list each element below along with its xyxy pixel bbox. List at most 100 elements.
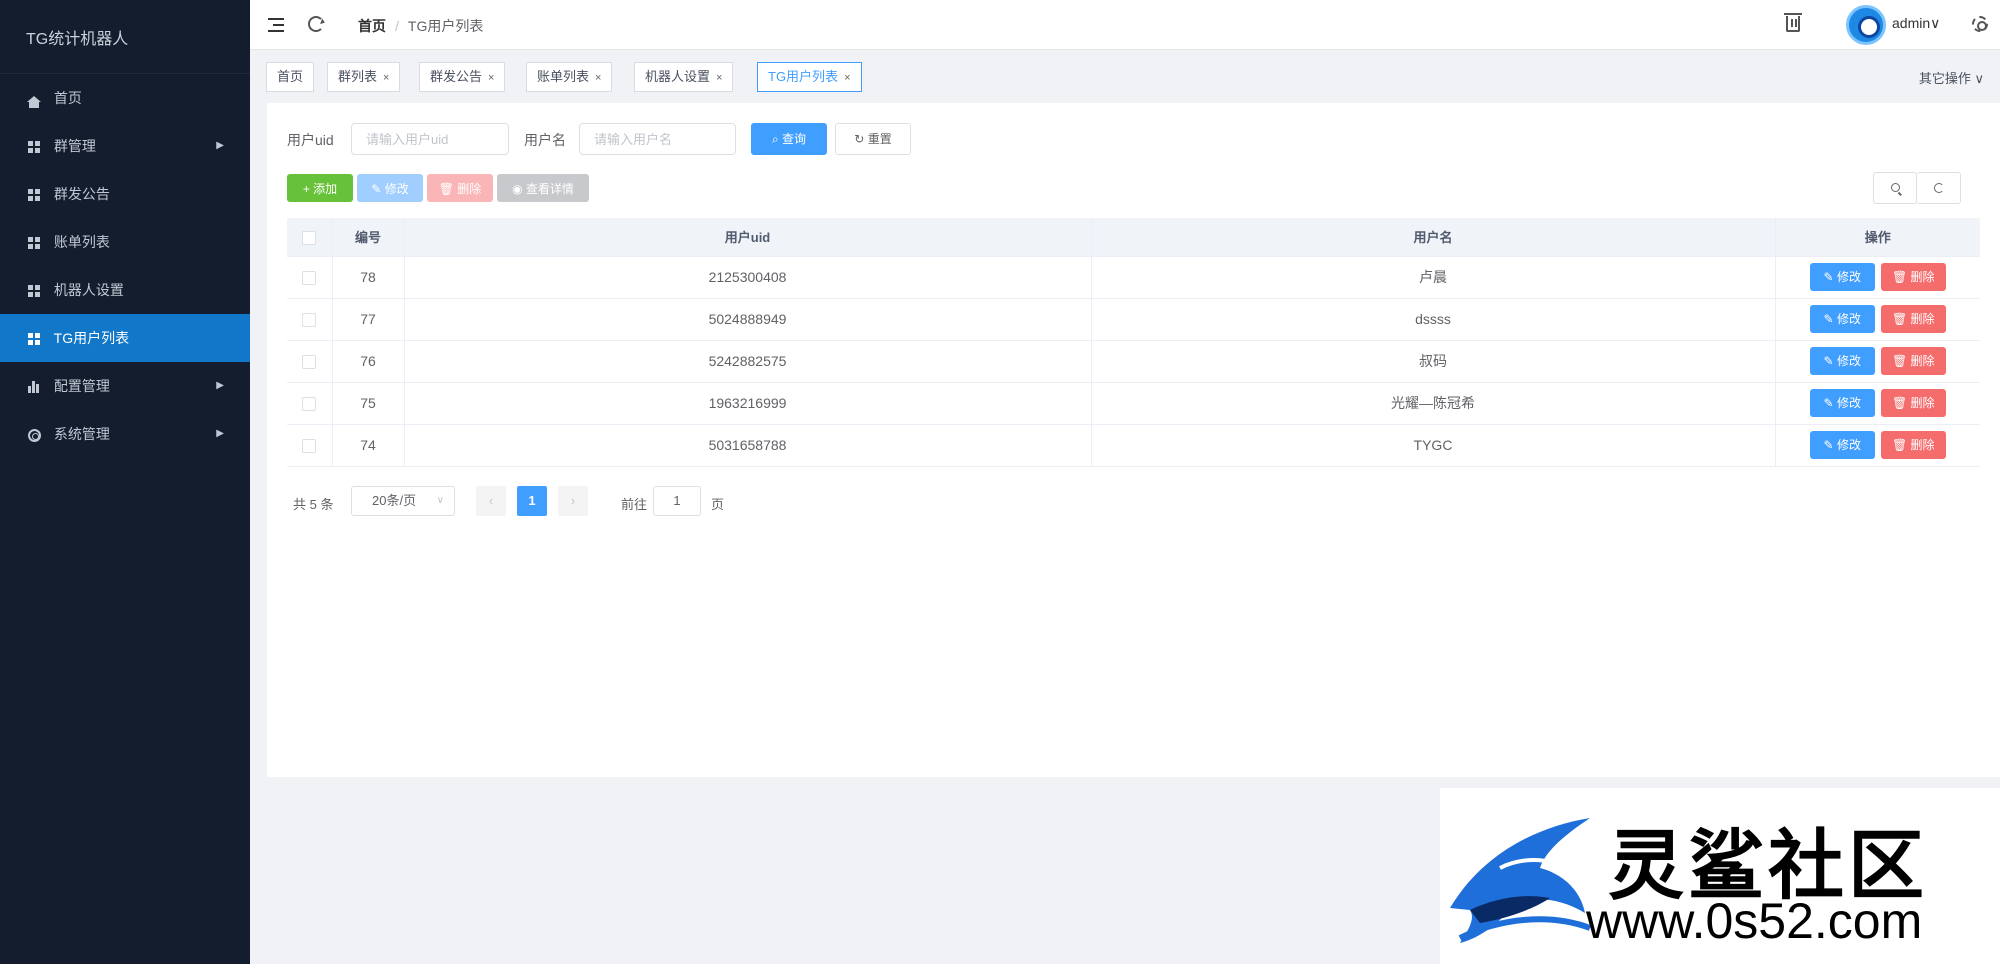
- plus-icon: +: [302, 182, 314, 196]
- sidebar-item-system[interactable]: 系统管理 ▶: [0, 410, 250, 458]
- next-page-button[interactable]: ›: [558, 486, 588, 516]
- tag-broadcast[interactable]: 群发公告 ×: [419, 62, 506, 92]
- page-size-select[interactable]: 20条/页 ∨: [351, 486, 455, 516]
- caret-right-icon: ▶: [216, 140, 224, 151]
- close-icon[interactable]: ×: [716, 72, 722, 84]
- cell-id: 77: [332, 298, 405, 341]
- tag-label: 账单列表: [537, 69, 590, 84]
- row-select-cell: [287, 298, 333, 341]
- prev-page-button[interactable]: ‹: [476, 486, 506, 516]
- row-checkbox[interactable]: [302, 355, 317, 370]
- sidebar-item-bills[interactable]: 账单列表: [0, 218, 250, 266]
- sidebar-item-group-management[interactable]: 群管理 ▶: [0, 122, 250, 170]
- tag-label: 首页: [277, 69, 304, 84]
- row-checkbox[interactable]: [302, 313, 317, 328]
- row-delete-label: 删除: [1910, 270, 1935, 284]
- close-icon[interactable]: ×: [488, 72, 494, 84]
- toggle-search-button[interactable]: [1873, 172, 1917, 204]
- breadcrumb-current: TG用户列表: [407, 18, 484, 34]
- hamburger-icon[interactable]: [268, 18, 284, 32]
- cell-uid: 5031658788: [404, 424, 1092, 467]
- goto-label: 前往: [621, 497, 648, 512]
- watermark-url: www.0s52.com: [1586, 893, 1923, 949]
- tags-view: 首页 群列表 × 群发公告 × 账单列表 × 机器人设置 × TG用户列表 × 其它操作 …: [250, 50, 2000, 102]
- grid-icon: [26, 171, 42, 219]
- reset-button[interactable]: ↻ 重置: [835, 123, 911, 155]
- refresh-table-button[interactable]: [1917, 172, 1961, 204]
- edit-button[interactable]: ✎ 修改: [357, 174, 423, 202]
- row-edit-label: 修改: [1836, 312, 1861, 326]
- row-delete-label: 删除: [1910, 312, 1935, 326]
- row-delete-label: 删除: [1910, 396, 1935, 410]
- sidebar-item-home[interactable]: 首页: [0, 74, 250, 122]
- add-button[interactable]: + 添加: [287, 174, 353, 202]
- cell-username: 叔码: [1091, 340, 1776, 383]
- breadcrumb-home[interactable]: 首页: [358, 18, 386, 34]
- uid-search-input[interactable]: [351, 123, 509, 155]
- row-edit-button[interactable]: ✎ 修改: [1809, 263, 1875, 291]
- trash-icon: 🗑: [438, 182, 458, 196]
- sidebar-item-label: 系统管理: [53, 426, 110, 442]
- avatar[interactable]: [1846, 5, 1886, 45]
- sidebar-item-label: TG用户列表: [53, 330, 130, 346]
- table-row: 78 2125300408 卢晨 ✎ 修改 🗑 删除: [287, 256, 1980, 299]
- pagination-total: 共 5 条: [293, 497, 334, 512]
- tag-bills[interactable]: 账单列表 ×: [526, 62, 613, 92]
- sidebar-item-bot-settings[interactable]: 机器人设置: [0, 266, 250, 314]
- settings-gear-icon[interactable]: [1972, 16, 1988, 32]
- cell-actions: ✎ 修改 🗑 删除: [1775, 298, 1980, 341]
- trash-icon[interactable]: [1784, 13, 1802, 32]
- delete-button-label: 删除: [457, 182, 482, 196]
- username-search-input[interactable]: [579, 123, 736, 155]
- brand-title: TG统计机器人: [0, 0, 250, 74]
- column-header-username: 用户名: [1091, 218, 1776, 257]
- tag-tg-users[interactable]: TG用户列表 ×: [757, 62, 862, 92]
- goto-page-input[interactable]: 1: [653, 486, 701, 516]
- home-icon: [26, 75, 42, 123]
- row-checkbox[interactable]: [302, 271, 317, 286]
- refresh-icon[interactable]: [308, 16, 324, 32]
- reset-button-label: 重置: [867, 132, 892, 146]
- tag-group-list[interactable]: 群列表 ×: [327, 62, 401, 92]
- other-operations-dropdown[interactable]: 其它操作 ∨: [1919, 68, 1984, 87]
- username-label: 用户名: [524, 132, 566, 148]
- close-icon[interactable]: ×: [595, 72, 601, 84]
- sidebar-item-tg-users[interactable]: TG用户列表: [0, 314, 250, 362]
- row-checkbox[interactable]: [302, 439, 317, 454]
- table-row: 76 5242882575 叔码 ✎ 修改 🗑 删除: [287, 340, 1980, 383]
- row-edit-button[interactable]: ✎ 修改: [1809, 347, 1875, 375]
- watermark: 灵鲨社区 www.0s52.com: [1440, 788, 2000, 964]
- sidebar-item-broadcast[interactable]: 群发公告: [0, 170, 250, 218]
- row-select-cell: [287, 340, 333, 383]
- select-all-checkbox[interactable]: [302, 230, 317, 245]
- user-menu[interactable]: admin∨: [1892, 15, 1940, 32]
- row-edit-label: 修改: [1836, 354, 1861, 368]
- row-delete-button[interactable]: 🗑 删除: [1880, 263, 1946, 291]
- close-icon[interactable]: ×: [844, 72, 850, 84]
- cell-username: TYGC: [1091, 424, 1776, 467]
- refresh-icon: [1934, 183, 1944, 193]
- close-icon[interactable]: ×: [383, 72, 389, 84]
- row-edit-button[interactable]: ✎ 修改: [1809, 389, 1875, 417]
- user-name: admin: [1892, 15, 1931, 31]
- row-delete-button[interactable]: 🗑 删除: [1880, 431, 1946, 459]
- cell-username: 光耀—陈冠希: [1091, 382, 1776, 425]
- tag-bot-settings[interactable]: 机器人设置 ×: [634, 62, 734, 92]
- view-detail-button-label: 查看详情: [525, 182, 574, 196]
- row-checkbox[interactable]: [302, 397, 317, 412]
- tag-home[interactable]: 首页: [266, 62, 315, 92]
- query-button[interactable]: ⌕ 查询: [751, 123, 827, 155]
- row-delete-button[interactable]: 🗑 删除: [1880, 389, 1946, 417]
- row-delete-button[interactable]: 🗑 删除: [1880, 347, 1946, 375]
- view-detail-button[interactable]: ◉ 查看详情: [497, 174, 589, 202]
- sidebar-item-config[interactable]: 配置管理 ▶: [0, 362, 250, 410]
- page-1-button[interactable]: 1: [517, 486, 547, 516]
- table-row: 77 5024888949 dssss ✎ 修改 🗑 删除: [287, 298, 1980, 341]
- delete-button[interactable]: 🗑 删除: [427, 174, 493, 202]
- row-delete-button[interactable]: 🗑 删除: [1880, 305, 1946, 333]
- tag-label: 群发公告: [430, 69, 483, 84]
- search-icon: [1891, 183, 1900, 192]
- sidebar-menu: 首页 群管理 ▶ 群发公告 账单列表 机器人设置 TG用户列表 配置管理 ▶ 系…: [0, 74, 250, 458]
- row-edit-button[interactable]: ✎ 修改: [1809, 305, 1875, 333]
- row-edit-button[interactable]: ✎ 修改: [1809, 431, 1875, 459]
